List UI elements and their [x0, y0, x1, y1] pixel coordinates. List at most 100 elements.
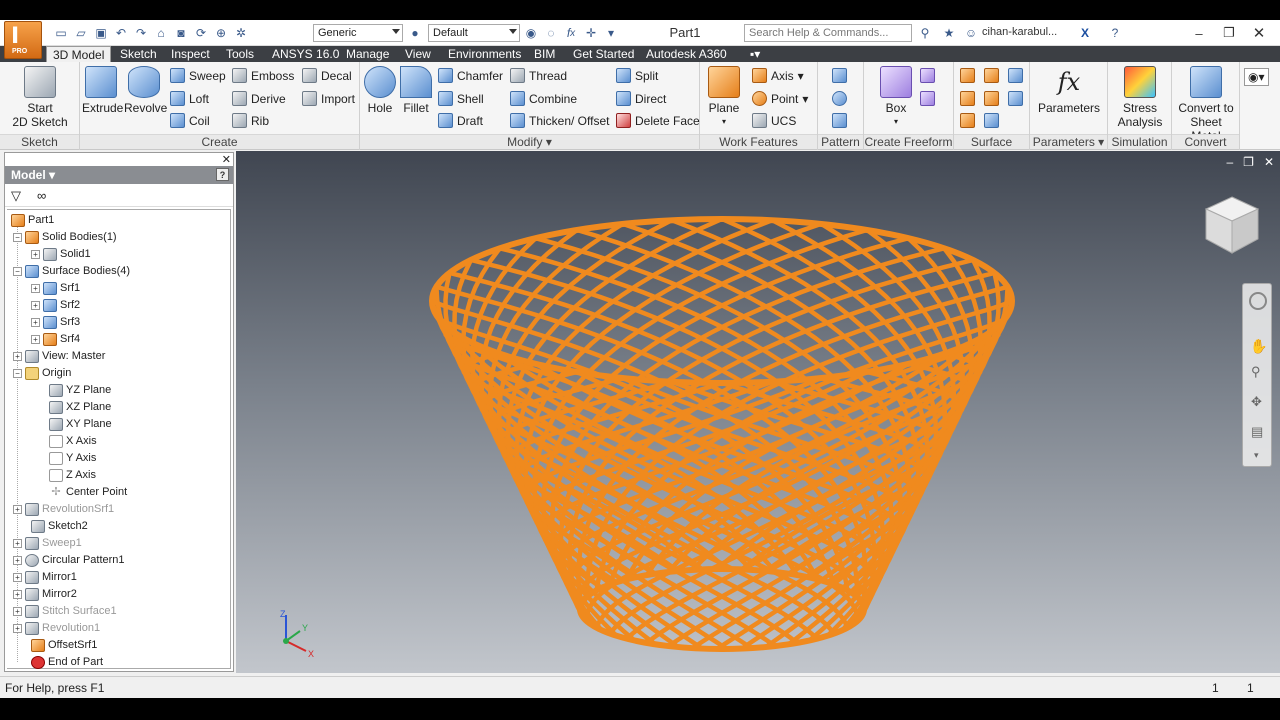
tree-node-end-of-part[interactable]: End of Part [31, 654, 103, 670]
rib-button[interactable]: Rib [232, 113, 269, 128]
tree-node-mirror2[interactable]: + Mirror2 [13, 586, 77, 602]
undo-icon[interactable]: ↶ [112, 24, 130, 42]
tree-node-revolution1[interactable]: + Revolution1 [13, 620, 100, 636]
tree-node-sweep1[interactable]: + Sweep1 [13, 535, 82, 551]
expand-icon[interactable]: + [13, 555, 22, 565]
tree-node-center-point[interactable]: ✢ Center Point [49, 484, 127, 500]
new-icon[interactable]: ▭ [52, 24, 70, 42]
direct-button[interactable]: Direct [616, 91, 666, 106]
tree-node-circular-pattern1[interactable]: + Circular Pattern1 [13, 552, 125, 568]
help-icon[interactable]: ? [1106, 24, 1124, 42]
browser-help-icon[interactable]: ? [216, 168, 229, 181]
browser-close-icon[interactable]: ✕ [222, 153, 231, 166]
zoom-icon[interactable]: ⚲ [1251, 364, 1261, 380]
mirror-button[interactable] [832, 113, 847, 128]
circular-pattern-button[interactable] [832, 91, 847, 106]
tab-ansys[interactable]: ANSYS 16.0 [266, 46, 345, 62]
material-select[interactable]: Generic [313, 24, 403, 42]
chamfer-button[interactable]: Chamfer [438, 68, 503, 83]
tree-node-yz-plane[interactable]: YZ Plane [49, 382, 111, 398]
expand-icon[interactable]: + [13, 538, 22, 548]
graphics-viewport[interactable]: – ❐ ✕ ✋ ⚲ ✥ ▤ ▾ Z X Y [236, 151, 1280, 673]
revolve-button[interactable]: Revolve [124, 66, 167, 115]
tab-environments[interactable]: Environments [442, 46, 527, 62]
tree-node-revolutionsrf1[interactable]: + RevolutionSrf1 [13, 501, 114, 517]
tree-node-xz-plane[interactable]: XZ Plane [49, 399, 111, 415]
adjust-icon[interactable]: ◉ [522, 24, 540, 42]
collapse-icon[interactable]: − [13, 232, 22, 242]
split-button[interactable]: Split [616, 68, 658, 83]
coil-button[interactable]: Coil [170, 113, 210, 128]
expand-icon[interactable]: + [31, 334, 40, 344]
tree-node-y-axis[interactable]: Y Axis [49, 450, 96, 466]
tree-node-srf1[interactable]: + Srf1 [31, 280, 80, 296]
camera-icon[interactable]: ◙ [172, 24, 190, 42]
expand-icon[interactable]: + [31, 317, 40, 327]
start-2d-sketch-button[interactable]: Start 2D Sketch [10, 66, 70, 129]
ribbon-options-button[interactable]: ◉▾ [1244, 68, 1269, 86]
thread-button[interactable]: Thread [510, 68, 567, 83]
stress-analysis-button[interactable]: Stress Analysis [1112, 66, 1168, 129]
browser-header[interactable]: Model ▾ ? [5, 166, 233, 184]
update-icon[interactable]: ⟳ [192, 24, 210, 42]
extend-button[interactable] [984, 91, 999, 106]
search-icon[interactable]: ⚲ [916, 24, 934, 42]
redo-icon[interactable]: ↷ [132, 24, 150, 42]
emboss-button[interactable]: Emboss [232, 68, 294, 83]
decal-button[interactable]: Decal [302, 68, 352, 83]
expand-icon[interactable]: + [13, 623, 22, 633]
expand-icon[interactable]: + [13, 351, 22, 361]
tree-node-mirror1[interactable]: + Mirror1 [13, 569, 77, 585]
replace-face-button[interactable] [1008, 91, 1023, 106]
application-menu-button[interactable]: I PRO [4, 21, 42, 59]
repair-button[interactable] [984, 113, 999, 128]
panel-label-modify[interactable]: Modify ▾ [360, 134, 699, 149]
expand-icon[interactable]: + [13, 589, 22, 599]
ruled-surface-button[interactable] [960, 113, 975, 128]
collapse-icon[interactable]: − [13, 368, 22, 378]
minimize-button[interactable]: – [1184, 20, 1214, 46]
import-button[interactable]: Import [302, 91, 355, 106]
search-input[interactable]: Search Help & Commands... [744, 24, 912, 42]
expand-icon[interactable]: + [31, 300, 40, 310]
freeform-edit-button[interactable] [920, 68, 935, 83]
tree-node-solid1[interactable]: + Solid1 [31, 246, 91, 262]
convert-to-sheet-metal-button[interactable]: Convert to Sheet Metal [1174, 66, 1238, 143]
expand-icon[interactable]: + [13, 572, 22, 582]
rectangular-pattern-button[interactable] [832, 68, 847, 83]
appearance-icon[interactable]: ● [406, 24, 424, 42]
function-icon[interactable]: fx [562, 24, 580, 42]
tree-node-stitch-surface1[interactable]: + Stitch Surface1 [13, 603, 117, 619]
tab-tools[interactable]: Tools [220, 46, 260, 62]
user-name[interactable]: cihan-karabul... [982, 26, 1057, 38]
delete-face-button[interactable]: Delete Face [616, 113, 700, 128]
combine-button[interactable]: Combine [510, 91, 577, 106]
sweep-button[interactable]: Sweep [170, 68, 226, 83]
draft-button[interactable]: Draft [438, 113, 483, 128]
extrude-button[interactable]: Extrude [82, 66, 123, 115]
star-icon[interactable]: ★ [940, 24, 958, 42]
ucs-button[interactable]: UCS [752, 113, 796, 128]
shell-button[interactable]: Shell [438, 91, 484, 106]
save-icon[interactable]: ▣ [92, 24, 110, 42]
tab-sketch[interactable]: Sketch [114, 46, 163, 62]
tree-node-origin[interactable]: − Origin [13, 365, 71, 381]
tab-3d-model[interactable]: 3D Model [46, 46, 112, 62]
tab-inspect[interactable]: Inspect [165, 46, 216, 62]
expand-icon[interactable]: + [31, 249, 40, 259]
home-icon[interactable]: ⌂ [152, 24, 170, 42]
steering-wheel-icon[interactable] [1249, 292, 1267, 310]
exchange-icon[interactable]: X [1076, 24, 1094, 42]
close-button[interactable]: ✕ [1244, 20, 1274, 46]
measure-icon[interactable]: ✛ [582, 24, 600, 42]
tree-node-solid-bodies[interactable]: − Solid Bodies(1) [13, 229, 117, 245]
freeform-convert-button[interactable] [920, 91, 935, 106]
stitch-button[interactable] [960, 68, 975, 83]
pan-hand-icon[interactable]: ✋ [1250, 338, 1267, 355]
maximize-button[interactable]: ❐ [1214, 20, 1244, 46]
tree-node-part1[interactable]: Part1 [11, 212, 54, 228]
orbit-icon[interactable]: ✥ [1251, 394, 1262, 410]
clear-icon[interactable]: ◌ [542, 24, 560, 42]
viewcube[interactable] [1202, 193, 1262, 257]
axis-button[interactable]: Axis ▾ [752, 68, 804, 83]
